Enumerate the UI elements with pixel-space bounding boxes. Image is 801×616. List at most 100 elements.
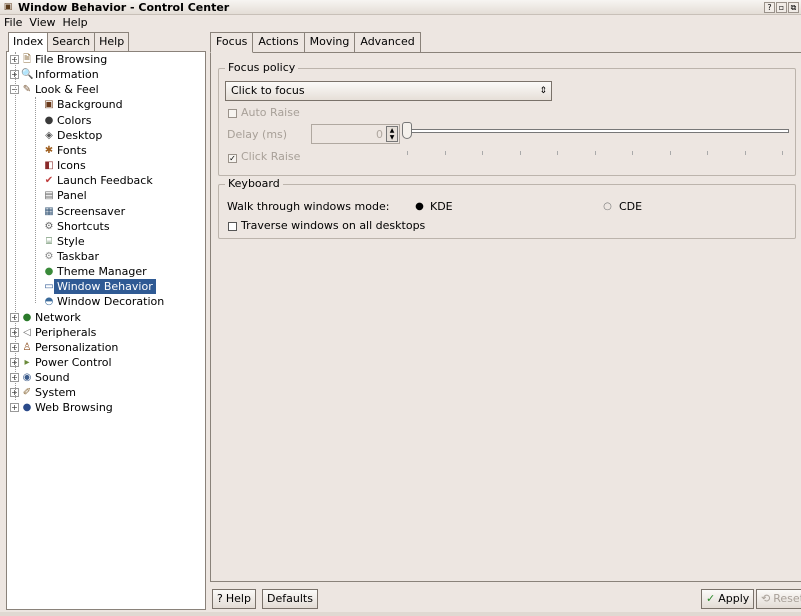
slider-tick (519, 151, 521, 155)
bottom-strip (0, 612, 801, 616)
delay-slider[interactable] (403, 129, 789, 133)
tab-search[interactable]: Search (47, 32, 96, 52)
navigation-pane: Index Search Help + 🗎 File Browsing + 🔍 Infor… (6, 32, 206, 610)
tree-item[interactable]: + ● Web Browsing (7, 400, 205, 415)
minimize-button[interactable]: ▫ (776, 2, 787, 13)
delay-slider-handle[interactable] (402, 122, 412, 139)
slider-tick (632, 151, 633, 155)
power-icon: ▸ (24, 357, 30, 368)
slider-tick (444, 151, 446, 155)
menu-help[interactable]: Help (63, 15, 88, 30)
tree-item-label: Screensaver (57, 204, 126, 218)
tab-actions[interactable]: Actions (252, 32, 305, 52)
tree-item-label: File Browsing (35, 53, 108, 66)
tree-item[interactable]: ▭ Window Behavior (7, 279, 205, 295)
tree-item[interactable]: + ● Network (7, 310, 205, 325)
reset-icon: ⟲ (761, 592, 771, 605)
tree-item[interactable]: + 🔍 Information (7, 67, 205, 82)
combo-arrow-icon: ⇕ (539, 86, 547, 96)
maximize-button[interactable]: ⧉ (788, 2, 799, 13)
tree-expander-icon[interactable]: + (10, 403, 19, 413)
tree-item-label: Taskbar (57, 249, 99, 263)
delay-label: Delay (ms) (227, 128, 288, 141)
module-tree[interactable]: + 🗎 File Browsing + 🔍 Information − ✎ Look & Fee… (6, 51, 206, 610)
focus-policy-title: Focus policy (225, 61, 299, 75)
taskbar-icon: ⚙ (44, 250, 54, 262)
slider-tick (782, 151, 783, 155)
tree-item[interactable]: ⚙ Shortcuts (7, 219, 205, 234)
window-decoration-icon: ◓ (44, 296, 54, 308)
focus-policy-select[interactable]: Click to focus ⇕ (225, 81, 552, 101)
apply-button[interactable]: ✓ Apply (701, 589, 755, 609)
style-icon: ⌸ (46, 235, 52, 247)
tree-item[interactable]: + ◁ Peripherals (7, 325, 205, 340)
tree-item[interactable]: + ♙ Personalization (7, 340, 205, 355)
tree-item[interactable]: + ▸ Power Control (7, 355, 205, 370)
tree-item[interactable]: + ✐ System (7, 385, 205, 400)
tree-item-label: Window Behavior (54, 279, 156, 295)
tree-item[interactable]: ✔ Launch Feedback (7, 173, 205, 188)
tab-moving[interactable]: Moving (303, 32, 356, 52)
tree-item-label: System (35, 386, 77, 400)
reset-button[interactable]: ⟲ Reset (756, 589, 801, 609)
auto-raise-checkbox[interactable] (228, 109, 237, 118)
tab-advanced[interactable]: Advanced (354, 32, 421, 52)
screensaver-icon: ▦ (44, 205, 54, 217)
help-button[interactable]: ? Help (212, 589, 256, 609)
walk-mode-label: Walk through windows mode: (227, 200, 390, 213)
fonts-icon: ✱ (44, 144, 54, 156)
window-title: Window Behavior - Control Center (18, 1, 230, 14)
delay-value: 0 (376, 128, 383, 141)
slider-tick (557, 151, 558, 155)
tree-item-label: Theme Manager (57, 265, 147, 279)
help-title-button[interactable]: ? (764, 2, 775, 13)
traverse-checkbox[interactable] (228, 222, 237, 231)
radio-cde[interactable]: ○ (603, 202, 612, 212)
tree-item[interactable]: ◈ Desktop (7, 128, 205, 143)
tree-item[interactable]: ◓ Window Decoration (7, 294, 205, 309)
tree-item[interactable]: ✱ Fonts (7, 143, 205, 158)
tree-item[interactable]: ▤ Panel (7, 188, 205, 203)
click-raise-checkbox[interactable]: ✓ (228, 154, 237, 163)
button-bar: ? Help Defaults ✓ Apply ⟲ Reset (210, 587, 801, 611)
focus-policy-value: Click to focus (231, 84, 305, 97)
personalization-icon: ♙ (22, 341, 32, 353)
menu-file[interactable]: File (4, 15, 22, 30)
radio-kde[interactable]: ● (415, 202, 424, 212)
traverse-label: Traverse windows on all desktops (241, 219, 426, 232)
tree-item[interactable]: ◧ Icons (7, 158, 205, 173)
tree-item[interactable]: ● Theme Manager (7, 264, 205, 279)
tree-item-label: Peripherals (35, 325, 97, 339)
tree-item-label: Power Control (35, 356, 112, 369)
spin-arrows-icon[interactable]: ▲ ▼ (386, 126, 398, 142)
panel-icon: ▤ (44, 190, 54, 202)
tree-item[interactable]: + 🗎 File Browsing (7, 52, 205, 67)
tree-item-label: Look & Feel (35, 83, 99, 97)
tree-item-label: Fonts (57, 143, 87, 157)
tree-item[interactable]: − ✎ Look & Feel (7, 82, 205, 97)
tree-item-label: Panel (57, 189, 87, 203)
tree-item-label: Style (57, 234, 85, 248)
tree-connector (15, 52, 16, 401)
tree-item[interactable]: ▦ Screensaver (7, 204, 205, 219)
delay-spinbox[interactable]: 0 ▲ ▼ (311, 124, 400, 144)
tab-index[interactable]: Index (8, 32, 49, 52)
tree-item-label: Network (35, 310, 81, 324)
tree-item[interactable]: ▣ Background (7, 97, 205, 112)
web-browsing-icon: ● (22, 402, 32, 414)
tree-item-label: Desktop (57, 128, 103, 142)
title-bar: ▣ Window Behavior - Control Center ? ▫ ⧉ (0, 0, 801, 15)
tree-item[interactable]: ● Colors (7, 113, 205, 128)
tree-item[interactable]: + ◉ Sound (7, 370, 205, 385)
paintbrush-icon: ✎ (22, 84, 32, 96)
defaults-button[interactable]: Defaults (262, 589, 318, 609)
tree-item[interactable]: ⌸ Style (7, 234, 205, 249)
menu-view[interactable]: View (29, 15, 55, 30)
tab-focus[interactable]: Focus (210, 32, 254, 53)
desktop-icon: ◈ (45, 129, 53, 141)
colors-icon: ● (44, 114, 54, 126)
tree-item[interactable]: ⚙ Taskbar (7, 249, 205, 264)
slider-tick (594, 151, 596, 155)
peripherals-icon: ◁ (23, 326, 31, 338)
tab-help[interactable]: Help (94, 32, 130, 52)
